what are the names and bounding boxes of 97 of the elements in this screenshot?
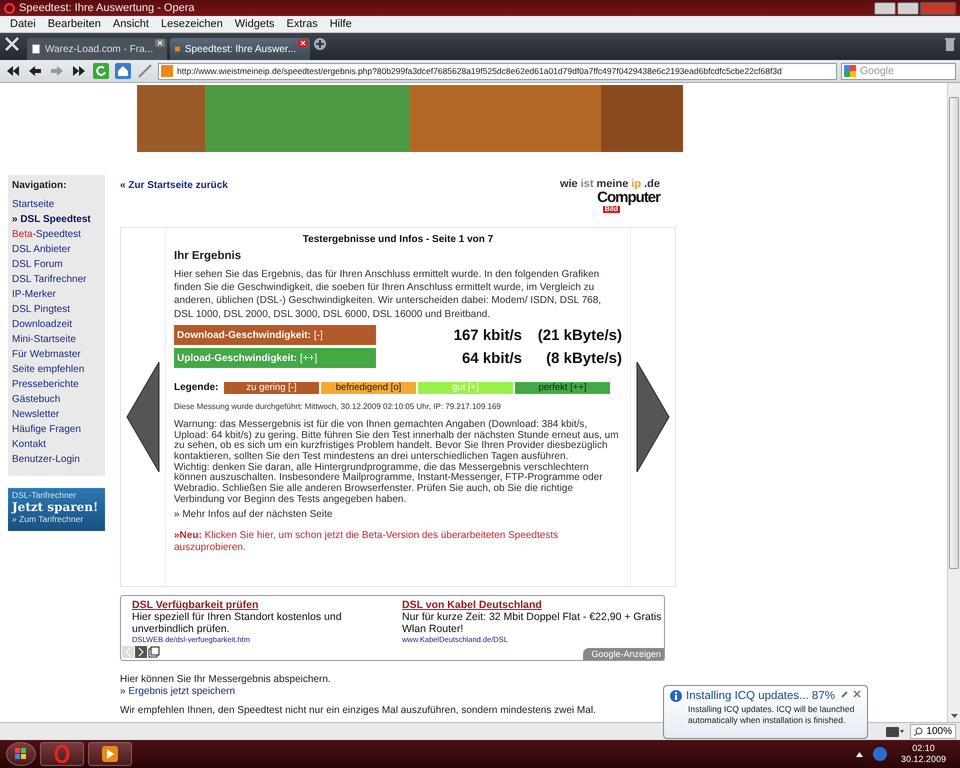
popout-icon[interactable]	[148, 646, 160, 658]
results-heading: Ihr Ergebnis	[174, 250, 242, 262]
browser-tab[interactable]: Speedtest: Ihre Auswer...	[170, 38, 310, 60]
menu-item[interactable]: Datei	[4, 18, 42, 30]
browser-tab[interactable]: Warez-Load.com - Fra...	[27, 38, 167, 60]
speed-label: Upload-Geschwindigkeit: [++]	[174, 348, 376, 368]
nav-link[interactable]: Mini-Startseite	[12, 332, 101, 347]
nav-link[interactable]: DSL Forum	[12, 257, 101, 272]
recommendation-text: Wir empfehlen Ihnen, den Speedtest nicht nur ein einziges Mal auszuführen, sondern mindestens zwei Mal.	[120, 705, 597, 716]
ads-label[interactable]: Google-Anzeigen	[583, 648, 664, 660]
zoom-control[interactable]: 100%	[910, 724, 956, 739]
info-icon	[670, 690, 682, 702]
next-arrow-icon[interactable]	[635, 362, 671, 472]
back-arrow-icon	[29, 66, 41, 76]
nav-link[interactable]: IP-Merker	[12, 287, 101, 302]
nav-link[interactable]: Für Webmaster	[12, 347, 101, 362]
ad-text: Nur für kurze Zeit: 32 Mbit Doppel Flat - €22,90 + Gratis Wlan Router!	[402, 611, 662, 635]
home-button[interactable]	[114, 62, 132, 80]
fast-forward-icon	[73, 66, 85, 76]
ip-logo-icon	[161, 65, 173, 77]
nav-link[interactable]: Downloadzeit	[12, 317, 101, 332]
measurement-info: Diese Messung wurde durchgeführt: Mittwoch, 30.12.2009 02:10:05 Uhr, IP: 79.217.109.169	[174, 402, 502, 411]
legend-item: perfekt [++]	[515, 382, 610, 394]
back-link[interactable]: « Zur Startseite zurück	[120, 180, 228, 227]
menu-item[interactable]: Hilfe	[324, 18, 358, 30]
address-field[interactable]: http://www.wieistmeineip.de/speedtest/ergebnis.php?80b299fa3dcef7685628a19f525dc8e62ed61a01d79df0a7ffc497f0429438e6c2193ead6bfcdfc5cbe22cf68f3d	[158, 62, 837, 80]
nav-link[interactable]: Kontakt	[12, 437, 101, 452]
legend-item: zu gering [-]	[224, 382, 319, 394]
maximize-button[interactable]	[897, 2, 919, 14]
more-info-link[interactable]: » Mehr Infos auf der nächsten Seite	[174, 509, 622, 520]
nav-link[interactable]: Startseite	[12, 197, 101, 212]
scrollbar[interactable]	[947, 83, 960, 722]
reload-icon	[93, 63, 109, 79]
nav-link[interactable]: Beta-Speedtest	[12, 227, 101, 242]
start-button[interactable]	[6, 742, 36, 766]
speed-label: Download-Geschwindigkeit: [-]	[174, 325, 376, 346]
beta-notice-link[interactable]: »Neu: Klicken Sie hier, um schon jetzt die Beta-Version des überarbeiteten Speedtests auszuprobieren.	[174, 530, 622, 554]
nav-link[interactable]: Newsletter	[12, 407, 101, 422]
trash-icon[interactable]	[945, 37, 955, 51]
forward-arrow-icon	[51, 66, 63, 76]
speed-value: (21 kByte/s)	[536, 326, 622, 344]
camera-icon[interactable]	[886, 726, 904, 737]
menu-item[interactable]: Ansicht	[106, 18, 155, 30]
minimize-button[interactable]	[874, 2, 896, 14]
tariff-promo-banner[interactable]: DSL-Tarifrechner Jetzt sparen! » Zum Tarifrechner	[8, 488, 105, 531]
warning-text: Warnung: das Messergebnis ist für die von Ihnen gemachten Angaben (Download: 384 kbit/s, Upload: 64 kbit/s) zu gering. Bitte führen Sie den Test innerhalb der nächsten Stunde erneut aus, um zu sehen, ob es sich um ein kurzfristiges Problem handelt. Bevor Sie Ihren Provider diesbezüglich kontaktieren, sollten Sie den Test mindestens an drei unterschiedlichen Tagen ausführen.	[174, 420, 620, 462]
previous-arrow-icon[interactable]	[125, 362, 161, 472]
google-logo-icon	[844, 65, 856, 77]
legend-label: Legende:	[174, 382, 220, 394]
speed-value: (8 kByte/s)	[545, 350, 622, 367]
add-tab-icon[interactable]	[313, 37, 327, 51]
magnifier-icon	[914, 727, 924, 736]
intro-text: Hier sehen Sie das Ergebnis, das für Ihren Anschluss ermittelt wurde. In den folgenden Grafiken finden Sie die Geschwindigkeit, die soeben für Ihren Anschluss ermittelt wurde, im Vergleich zu anderen, üblichen (DSL-) Geschwindigkeiten. Wir unterscheiden dabei: Modem/ ISDN, DSL 768, DSL 1000, DSL 2000, DSL 3000, DSL 6000, DSL 16000 und Breitband.	[174, 268, 602, 321]
rewind-icon	[7, 66, 19, 76]
windows-logo-icon	[15, 748, 27, 760]
tray-arrow-icon[interactable]	[856, 752, 863, 756]
globe-icon[interactable]	[872, 747, 887, 761]
save-text: Hier können Sie Ihr Messergebnis abspeichern.	[120, 674, 332, 686]
next-icon[interactable]	[135, 646, 147, 658]
nav-link[interactable]: » DSL Speedtest	[12, 212, 101, 227]
nav-link[interactable]: DSL Pingtest	[12, 302, 101, 317]
notification-text: Installing ICQ updates. ICQ will be launched automatically when installation is finished.	[688, 704, 856, 725]
opera-logo-icon	[4, 2, 15, 14]
close-tab-icon[interactable]	[298, 39, 308, 47]
speed-value: 64 kbit/s	[460, 350, 522, 367]
nav-link[interactable]: DSL Anbieter	[12, 242, 101, 257]
menu-item[interactable]: Extras	[280, 18, 324, 30]
notification-title: Installing ICQ updates... 87%	[686, 690, 835, 702]
ad-title-link[interactable]: DSL Verfügbarkeit prüfen	[132, 599, 394, 611]
menu-item[interactable]: Widgets	[228, 18, 281, 30]
nav-link[interactable]: DSL Tarifrechner	[12, 272, 101, 287]
ad-title-link[interactable]: DSL von Kabel Deutschland	[402, 599, 664, 611]
close-tab-icon[interactable]	[155, 39, 165, 47]
nav-link[interactable]: Gästebuch	[12, 392, 101, 407]
navigation-title: Navigation:	[12, 180, 68, 191]
home-icon	[115, 63, 131, 79]
nav-link[interactable]: Presseberichte	[12, 377, 101, 392]
menu-item[interactable]: Bearbeiten	[42, 18, 107, 30]
window-title: Speedtest: Ihre Auswertung - Opera	[19, 2, 194, 14]
speed-value: 167 kbit/s	[452, 326, 522, 344]
nav-link[interactable]: Benutzer-Login	[12, 452, 101, 467]
legend-item: befriedigend [o]	[321, 382, 416, 394]
play-icon	[102, 746, 118, 762]
clock[interactable]: 02:10 30.12.2009	[900, 743, 946, 765]
save-link[interactable]: » Ergebnis jetzt speichern	[120, 686, 236, 696]
results-title: Testergebnisse und Infos - Seite 1 von 7	[302, 234, 494, 245]
taskbar-button[interactable]	[88, 742, 132, 766]
opera-logo-icon	[54, 745, 70, 763]
nav-link[interactable]: Häufige Fragen	[12, 422, 101, 437]
ad-text: Hier speziell für Ihren Standort kostenlos und unverbindlich prüfen.	[132, 611, 343, 635]
menu-item[interactable]: Lesezeichen	[154, 18, 229, 30]
scroll-down-icon[interactable]	[950, 714, 958, 718]
warning-text: Wichtig: denken Sie daran, alle Hintergrundprogramme, die das Messergebnis verschlechtern können auszuschalten. Insbesondere Mailprogramme, Instant-Messenger, FTP-Programme oder Webradio. Schließen Sie alle anderen Browserfenster. Prüfen Sie auch, ob Sie die richtige Verbindung vor Beginn des Tests angegeben haben.	[174, 462, 604, 506]
page-icon	[32, 43, 40, 55]
legend-item: gut [+]	[418, 382, 513, 394]
close-icon[interactable]	[853, 690, 861, 698]
nav-link[interactable]: Seite empfehlen	[12, 362, 101, 377]
